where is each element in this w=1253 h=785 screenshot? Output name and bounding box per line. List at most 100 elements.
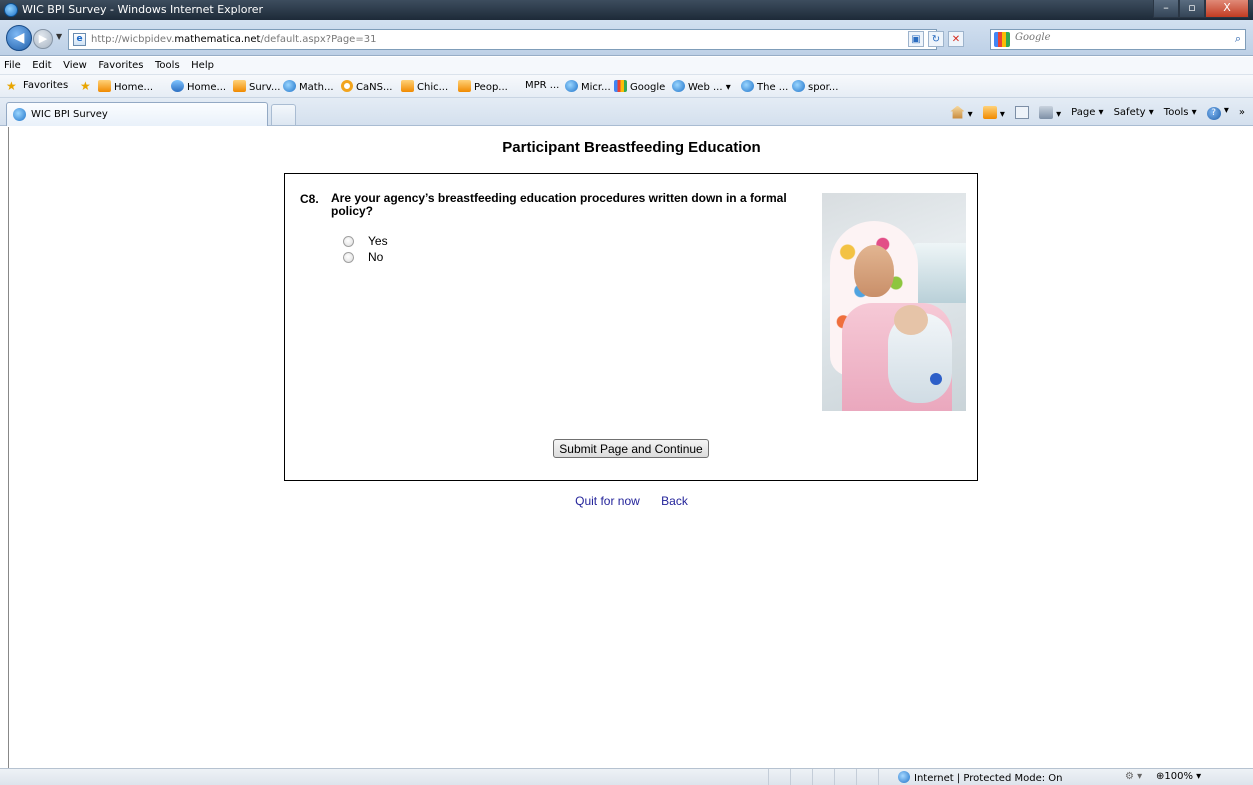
- page-menu[interactable]: Page ▾: [1071, 107, 1103, 118]
- page-icon: e: [73, 33, 86, 46]
- option-no-label: No: [368, 250, 384, 264]
- home-icon: [950, 105, 965, 119]
- favorite-link[interactable]: Home...: [171, 80, 226, 93]
- feeds-button[interactable]: ▾: [982, 105, 1005, 120]
- menu-file[interactable]: File: [0, 57, 25, 71]
- search-icon[interactable]: ⌕: [1235, 32, 1241, 46]
- favorites-bar: ★ Favorites ★ Home... Home... Surv... Mat…: [0, 75, 1253, 98]
- ie-page-icon: [792, 80, 805, 92]
- mother-and-baby-photo: [822, 193, 966, 411]
- stop-icon[interactable]: ✕: [948, 31, 964, 47]
- favorite-link[interactable]: Surv...: [233, 80, 280, 93]
- help-icon: ?: [1206, 107, 1221, 120]
- ie-page-icon: [283, 80, 296, 92]
- compatibility-view-icon[interactable]: ▣: [908, 31, 924, 47]
- refresh-icon[interactable]: ↻: [928, 31, 944, 47]
- forward-button[interactable]: ▶: [33, 29, 53, 49]
- menu-favorites[interactable]: Favorites: [94, 57, 147, 71]
- favorite-link[interactable]: spor...: [792, 80, 838, 93]
- protected-mode-icon[interactable]: ⚙ ▾: [1125, 771, 1142, 782]
- option-yes[interactable]: Yes: [343, 234, 388, 248]
- favorite-link[interactable]: Home...: [98, 80, 153, 93]
- globe-icon: [898, 771, 910, 783]
- star-icon: ★: [6, 79, 17, 93]
- page-links: Quit for now Back: [9, 494, 1253, 508]
- print-button[interactable]: ▾: [1038, 105, 1061, 120]
- web-slice-icon: [98, 80, 111, 92]
- menu-bar: File Edit View Favorites Tools Help: [0, 57, 1253, 75]
- add-favorite-button[interactable]: ★: [80, 80, 97, 92]
- safety-menu[interactable]: Safety ▾: [1114, 107, 1154, 118]
- radio-no[interactable]: [343, 251, 354, 263]
- web-slice-icon: [401, 80, 414, 92]
- favorite-link[interactable]: Web ... ▾: [672, 80, 731, 93]
- search-box[interactable]: ⌕: [990, 29, 1246, 50]
- recent-pages-dropdown[interactable]: ▼: [56, 32, 62, 41]
- home-site-icon: [171, 80, 184, 92]
- favorite-link[interactable]: MPR ...: [525, 80, 559, 91]
- menu-view[interactable]: View: [59, 57, 91, 71]
- feed-icon: [982, 105, 997, 119]
- minimize-button[interactable]: –: [1153, 0, 1179, 18]
- ie-page-icon: [565, 80, 578, 92]
- favorite-link[interactable]: Micr...: [565, 80, 611, 93]
- google-icon[interactable]: [994, 32, 1010, 47]
- ie-page-icon: [13, 108, 26, 121]
- menu-tools[interactable]: Tools: [151, 57, 184, 71]
- ie-page-icon: [741, 80, 754, 92]
- favorite-link[interactable]: CaNS...: [341, 80, 392, 93]
- tab-label: WIC BPI Survey: [31, 109, 108, 120]
- question-text: Are your agency’s breastfeeding educatio…: [331, 191, 787, 218]
- home-button[interactable]: ▾: [950, 105, 973, 120]
- option-yes-label: Yes: [368, 234, 388, 248]
- new-tab-button[interactable]: [271, 104, 296, 125]
- close-button[interactable]: X: [1205, 0, 1249, 18]
- address-url[interactable]: http://wicbpidev.mathematica.net/default…: [91, 34, 376, 45]
- address-bar[interactable]: e http://wicbpidev.mathematica.net/defau…: [68, 29, 937, 50]
- menu-edit[interactable]: Edit: [28, 57, 55, 71]
- google-icon: [614, 80, 627, 92]
- window-controls: – ▫ X: [1153, 0, 1249, 18]
- back-link[interactable]: Back: [661, 494, 688, 508]
- favorite-link[interactable]: Math...: [283, 80, 334, 93]
- read-mail-button[interactable]: [1014, 105, 1029, 120]
- favorite-link[interactable]: Google: [614, 80, 665, 93]
- security-zone[interactable]: Internet | Protected Mode: On: [898, 771, 1062, 784]
- search-input[interactable]: [1015, 32, 1215, 43]
- favorite-link[interactable]: Peop...: [458, 80, 508, 93]
- submit-button[interactable]: Submit Page and Continue: [553, 439, 709, 458]
- question-number: C8.: [300, 192, 319, 206]
- menu-help[interactable]: Help: [187, 57, 218, 71]
- web-slice-icon: [233, 80, 246, 92]
- status-bar: Internet | Protected Mode: On ⚙ ▾ ⊕100% …: [0, 768, 1253, 785]
- help-menu[interactable]: ? ▾: [1206, 105, 1229, 120]
- printer-icon: [1038, 105, 1053, 119]
- window-title-bar[interactable]: WIC BPI Survey - Windows Internet Explor…: [0, 0, 1253, 20]
- tab-wic-bpi-survey[interactable]: WIC BPI Survey: [6, 102, 268, 126]
- favorite-link[interactable]: Chic...: [401, 80, 448, 93]
- tools-menu[interactable]: Tools ▾: [1164, 107, 1197, 118]
- tab-bar: WIC BPI Survey ▾ ▾ ▾ Page ▾ Safety ▾ Too…: [0, 98, 1253, 126]
- internet-explorer-icon: [4, 3, 18, 17]
- question-panel: C8. Are your agency’s breastfeeding educ…: [284, 173, 978, 481]
- radio-yes[interactable]: [343, 235, 354, 247]
- add-favorite-icon: ★: [80, 79, 91, 93]
- zoom-control[interactable]: ⊕100% ▾: [1156, 771, 1201, 782]
- option-no[interactable]: No: [343, 250, 383, 264]
- favorite-link[interactable]: The ...: [741, 80, 788, 93]
- navigation-bar: ◀ ▶ ▼ e http://wicbpidev.mathematica.net…: [0, 20, 1253, 56]
- mail-icon: [1014, 105, 1029, 119]
- quit-link[interactable]: Quit for now: [575, 494, 640, 508]
- window-title: WIC BPI Survey - Windows Internet Explor…: [22, 3, 264, 16]
- web-slice-icon: [458, 80, 471, 92]
- ie-page-icon: [672, 80, 685, 92]
- more-commands-chevron[interactable]: »: [1239, 107, 1245, 118]
- command-bar: ▾ ▾ ▾ Page ▾ Safety ▾ Tools ▾ ? ▾ »: [950, 105, 1245, 120]
- address-tools: ▣ ↻ ✕: [908, 31, 964, 47]
- cans-icon: [341, 80, 353, 92]
- back-button[interactable]: ◀: [6, 25, 32, 51]
- page-content: Participant Breastfeeding Education C8. …: [8, 127, 1253, 768]
- page-title: Participant Breastfeeding Education: [502, 139, 761, 156]
- favorites-button[interactable]: ★ Favorites: [6, 80, 68, 92]
- maximize-button[interactable]: ▫: [1179, 0, 1205, 18]
